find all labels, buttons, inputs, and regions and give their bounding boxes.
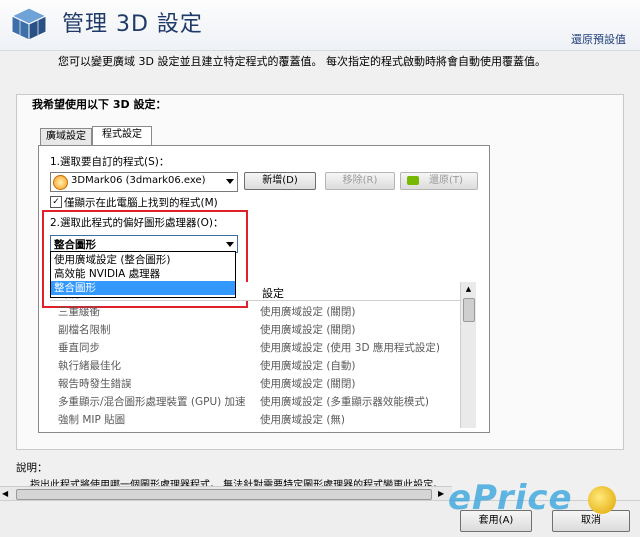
eprice-watermark: ePrice	[448, 478, 573, 518]
horizontal-scrollbar[interactable]: ◀ ▶	[0, 486, 452, 501]
settings-table: 功能 設定 三重緩衝 使用廣域設定 (關閉) 副檔名限制 使用廣域設定 (關閉)…	[50, 282, 478, 428]
table-row[interactable]: 三重緩衝 使用廣域設定 (關閉)	[50, 302, 460, 320]
setting-cell: 使用廣域設定 (使用 3D 應用程式設定)	[260, 342, 440, 354]
gpu-option-integrated[interactable]: 整合圖形	[51, 281, 235, 295]
gpu-dropdown-list: 使用廣域設定 (整合圖形) 高效能 NVIDIA 處理器 整合圖形	[50, 251, 236, 298]
page-header: 管理 3D 設定 還原預設值	[0, 0, 640, 51]
gpu-select-value: 整合圖形	[54, 239, 96, 251]
nvidia-3d-cube-icon	[10, 7, 48, 41]
feature-cell: 執行緒最佳化	[58, 360, 121, 372]
setting-cell: 使用廣域設定 (關閉)	[260, 378, 356, 390]
3dmark-icon	[53, 175, 68, 190]
show-only-checkbox[interactable]: ✓	[50, 196, 62, 208]
add-program-button[interactable]: 新增(D)	[244, 172, 316, 190]
table-row[interactable]: 副檔名限制 使用廣域設定 (關閉)	[50, 320, 460, 338]
tab-program-settings[interactable]: 程式設定	[92, 126, 152, 146]
scroll-thumb[interactable]	[463, 298, 475, 322]
page-title: 管理 3D 設定	[62, 12, 203, 37]
mascot-icon	[588, 486, 616, 514]
setting-cell: 使用廣域設定 (無)	[260, 414, 346, 426]
feature-cell: 報告時發生錯誤	[58, 378, 132, 390]
setting-cell: 使用廣域設定 (自動)	[260, 360, 356, 372]
program-select[interactable]: 3DMark06 (3dmark06.exe)	[50, 172, 238, 192]
feature-cell: 三重緩衝	[58, 306, 100, 318]
page-description: 您可以變更廣域 3D 設定並且建立特定程式的覆蓋值。 每次指定的程式啟動時將會自…	[58, 55, 546, 68]
scroll-up-icon[interactable]: ▲	[461, 282, 476, 296]
setting-cell: 使用廣域設定 (多重顯示器效能模式)	[260, 396, 430, 408]
program-select-value: 3DMark06 (3dmark06.exe)	[71, 175, 206, 186]
feature-cell: 多重顯示/混合圖形處理裝置 (GPU) 加速	[58, 396, 246, 408]
restore-program-label: 還原(T)	[429, 175, 463, 186]
table-row[interactable]: 報告時發生錯誤 使用廣域設定 (關閉)	[50, 374, 460, 392]
show-only-checkbox-label: 僅顯示在此電腦上找到的程式(M)	[64, 197, 218, 209]
chevron-down-icon	[226, 242, 234, 247]
section-title: 我希望使用以下 3D 設定：	[32, 98, 167, 111]
setting-cell: 使用廣域設定 (關閉)	[260, 324, 356, 336]
chevron-down-icon	[226, 179, 234, 184]
table-row[interactable]: 垂直同步 使用廣域設定 (使用 3D 應用程式設定)	[50, 338, 460, 356]
remove-program-button[interactable]: 移除(R)	[325, 172, 395, 190]
select-gpu-label: 2.選取此程式的偏好圖形處理器(O)：	[50, 217, 224, 229]
restore-defaults-link[interactable]: 還原預設值	[571, 31, 626, 47]
gpu-option-nvidia[interactable]: 高效能 NVIDIA 處理器	[51, 267, 235, 281]
table-row[interactable]: 強制 MIP 貼圖 使用廣域設定 (無)	[50, 410, 460, 428]
table-row[interactable]: 多重顯示/混合圖形處理裝置 (GPU) 加速 使用廣域設定 (多重顯示器效能模式…	[50, 392, 460, 410]
scroll-thumb[interactable]	[16, 489, 432, 500]
feature-cell: 副檔名限制	[58, 324, 111, 336]
setting-cell: 使用廣域設定 (關閉)	[260, 306, 356, 318]
restore-program-button[interactable]: 還原(T)	[400, 172, 478, 190]
explanation-label: 說明：	[16, 462, 48, 474]
column-header-setting[interactable]: 設定	[262, 285, 284, 301]
feature-cell: 強制 MIP 貼圖	[58, 414, 126, 426]
scroll-right-icon[interactable]: ▶	[438, 487, 444, 501]
nvidia-icon	[407, 176, 419, 185]
feature-cell: 垂直同步	[58, 342, 100, 354]
select-program-label: 1.選取要自訂的程式(S)：	[50, 156, 170, 168]
tab-global-settings[interactable]: 廣域設定	[40, 128, 92, 145]
scroll-left-icon[interactable]: ◀	[2, 487, 8, 501]
table-row[interactable]: 執行緒最佳化 使用廣域設定 (自動)	[50, 356, 460, 374]
table-vertical-scrollbar[interactable]: ▲	[460, 282, 476, 428]
gpu-option-global[interactable]: 使用廣域設定 (整合圖形)	[51, 253, 235, 267]
